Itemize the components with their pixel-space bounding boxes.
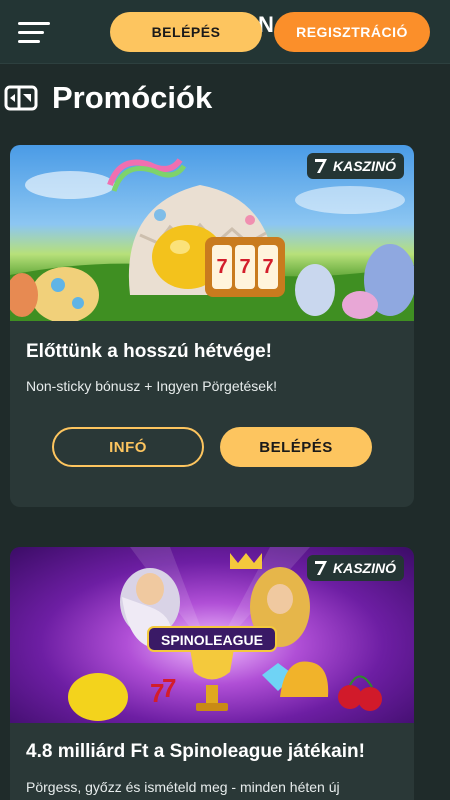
top-header: N BELÉPÉS REGISZTRÁCIÓ	[0, 0, 450, 64]
svg-text:7: 7	[162, 673, 176, 703]
svg-text:7: 7	[262, 256, 273, 278]
promo-banner-easter[interactable]: 7 7 7 KASZINÓ	[10, 145, 414, 321]
spinoleague-logo-text: SPINOLEAGUE	[161, 632, 263, 648]
promo-description: Pörgess, győzz és ismételd meg - minden …	[26, 779, 340, 795]
page-title: Promóciók	[52, 80, 213, 115]
category-tag-label: KASZINÓ	[333, 560, 396, 576]
seven-icon	[315, 561, 327, 575]
info-button[interactable]: INFÓ	[52, 427, 204, 467]
promo-card: SPINOLEAGUE 7 7 KASZINÓ 4.8 milliárd Ft …	[10, 547, 414, 800]
register-button[interactable]: REGISZTRÁCIÓ	[274, 12, 430, 52]
category-tag-label: KASZINÓ	[333, 158, 396, 174]
svg-text:7: 7	[216, 256, 227, 278]
svg-text:7: 7	[239, 256, 250, 278]
page-title-row: Promóciók	[0, 76, 450, 120]
promo-card: 7 7 7 KASZINÓ Előttünk a hosszú hétvége!…	[10, 145, 414, 507]
promo-title: 4.8 milliárd Ft a Spinoleague játékain!	[26, 741, 365, 762]
enter-button[interactable]: BELÉPÉS	[220, 427, 372, 467]
seven-icon	[315, 159, 327, 173]
category-tag: KASZINÓ	[307, 153, 404, 179]
menu-icon[interactable]	[18, 22, 50, 44]
promo-title: Előttünk a hosszú hétvége!	[26, 341, 272, 362]
login-button[interactable]: BELÉPÉS	[110, 12, 262, 52]
promo-banner-spinoleague[interactable]: SPINOLEAGUE 7 7 KASZINÓ	[10, 547, 414, 723]
promo-description: Non-sticky bónusz + Ingyen Pörgetések!	[26, 378, 277, 394]
promo-icon	[4, 85, 38, 111]
category-tag: KASZINÓ	[307, 555, 404, 581]
